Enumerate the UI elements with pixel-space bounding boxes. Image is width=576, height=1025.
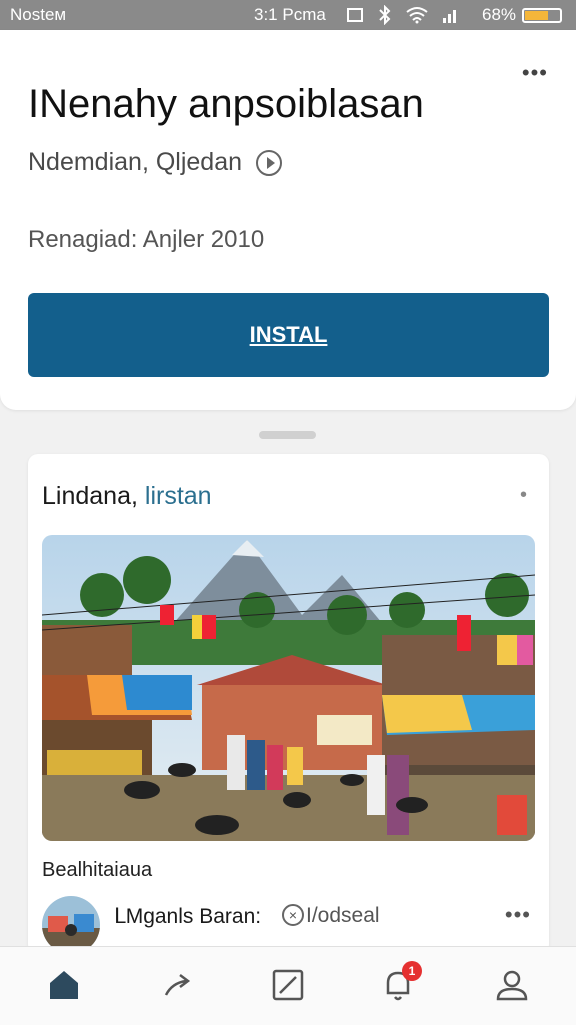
app-title: INenahy anpsoiblasan: [28, 82, 424, 126]
edit-icon[interactable]: [268, 965, 308, 1005]
feed-title-accent[interactable]: lirstan: [145, 482, 212, 510]
notification-badge: 1: [402, 961, 422, 981]
notifications-icon[interactable]: 1: [378, 961, 422, 1005]
app-location: Ndemdian, Qljedan: [28, 148, 243, 176]
battery-percent: 68%: [482, 5, 517, 24]
status-icons: [346, 5, 460, 25]
profile-icon[interactable]: [492, 965, 532, 1005]
feed-title-main: Lindana,: [42, 482, 138, 510]
app-card: ••• INenahy anpsoiblasan Ndemdian, Qljed…: [0, 30, 576, 410]
home-icon[interactable]: [44, 965, 84, 1005]
user-row[interactable]: ᒪMganls Baran: × I/odseal •••: [42, 896, 535, 954]
battery-icon: [522, 8, 562, 23]
bottom-nav: 1: [0, 946, 576, 1025]
more-options-icon[interactable]: •••: [522, 60, 548, 86]
status-bar: Nosteм 3:1 Pcma 68%: [0, 0, 576, 30]
install-button[interactable]: INSTAL: [28, 293, 549, 377]
market-photo[interactable]: [42, 535, 535, 841]
battery-fill: [525, 11, 549, 20]
status-time: 3:1 Pcma: [254, 5, 326, 24]
feed-card: Lindana, lirstan • Bealhitaiaua ᒪMganls …: [28, 454, 549, 954]
drag-handle[interactable]: [259, 431, 316, 439]
feed-menu-icon[interactable]: •: [520, 484, 527, 507]
user-handle[interactable]: I/odseal: [306, 904, 380, 928]
signal-icon: [443, 10, 456, 23]
carrier-name: Nosteм: [10, 5, 67, 24]
more-options-icon[interactable]: •••: [505, 902, 531, 928]
bluetooth-icon: [379, 5, 391, 25]
user-name[interactable]: ᒪMganls Baran:: [114, 904, 261, 929]
sim-icon: [347, 8, 363, 22]
app-location-row: Ndemdian, Qljedan: [28, 148, 283, 177]
play-icon[interactable]: [256, 149, 283, 176]
wifi-icon: [406, 7, 428, 24]
close-icon[interactable]: ×: [282, 904, 304, 926]
feed-caption: Bealhitaiaua: [42, 859, 153, 881]
feed-title: Lindana, lirstan: [42, 482, 212, 511]
release-date: Renagiad: Anjler 2010: [28, 226, 265, 253]
share-icon[interactable]: [158, 965, 198, 1005]
